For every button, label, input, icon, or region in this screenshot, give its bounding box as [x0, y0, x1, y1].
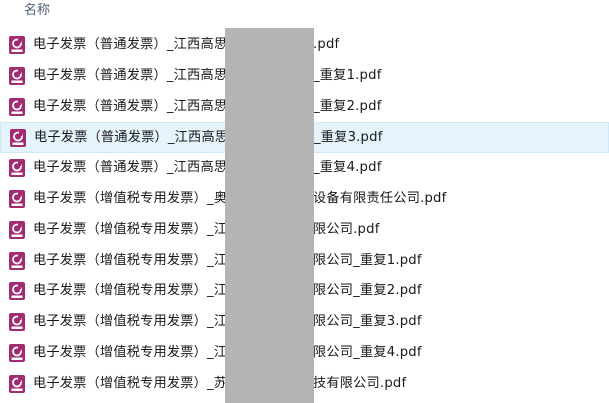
file-name-end: 限公司.pdf [313, 221, 380, 237]
file-name-start: 电子发票（增值税专用发票）_江 [33, 283, 228, 299]
file-name-start: 电子发票（增值税专用发票）_江 [33, 221, 228, 237]
file-name-end: .pdf [313, 37, 340, 52]
file-name: 电子发票（普通发票）_江西高思 .pdf [33, 37, 339, 53]
file-name: 电子发票（增值税专用发票）_江 限公司_重复3.pdf [33, 314, 422, 330]
sort-indicator: ^ [430, 0, 438, 5]
file-name-end: 技有限公司.pdf [313, 375, 407, 391]
pdf-file-icon [9, 36, 25, 54]
file-name-start: 电子发票（增值税专用发票）_江 [33, 252, 228, 268]
column-header-name[interactable]: 名称 [24, 3, 50, 19]
file-name-start: 电子发票（增值税专用发票）_苏 [33, 375, 228, 391]
file-name-end: 限公司_重复1.pdf [313, 252, 422, 268]
file-name-end: 限公司_重复4.pdf [313, 344, 422, 360]
file-name-end: _重复3.pdf [314, 130, 383, 146]
file-name-start: 电子发票（增值税专用发票）_江 [33, 314, 228, 330]
file-name: 电子发票（普通发票）_江西高思 _重复2.pdf [33, 98, 381, 115]
pdf-file-icon [9, 189, 25, 208]
file-name: 电子发票（增值税专用发票）_江 限公司_重复2.pdf [33, 283, 422, 299]
file-name: 电子发票（普通发票）_江西高思 _重复4.pdf [33, 160, 381, 176]
file-name: 电子发票（普通发票）_江西高思 _重复1.pdf [33, 67, 381, 84]
file-name-start: 电子发票（普通发票）_江西高思 [33, 160, 228, 176]
pdf-file-icon [9, 220, 25, 239]
file-name-end: 限公司_重复2.pdf [313, 283, 422, 299]
pdf-file-icon [9, 66, 25, 85]
file-name-start: 电子发票（增值税专用发票）_江 [33, 344, 228, 360]
file-explorer-view: 名称 ^ 电子发票（普通发票）_江西高思 .pdf 电子发票（普通发票）_江西高思 _… [0, 0, 609, 403]
pdf-file-icon [9, 374, 25, 393]
file-name-start: 电子发票（普通发票）_江西高思 [34, 130, 229, 146]
file-name-end: _重复4.pdf [313, 160, 382, 176]
pdf-file-icon [9, 159, 25, 178]
file-name: 电子发票（增值税专用发票）_江 限公司_重复1.pdf [33, 252, 422, 269]
file-name-end: 设备有限责任公司.pdf [313, 190, 447, 206]
pdf-file-icon [9, 97, 25, 116]
file-name: 电子发票（增值税专用发票）_江 限公司.pdf [33, 221, 379, 238]
column-header-row: 名称 ^ [0, 0, 609, 24]
file-name: 电子发票（普通发票）_江西高思 _重复3.pdf [34, 130, 382, 146]
file-name-end: _重复1.pdf [313, 67, 382, 83]
redaction-block [225, 28, 314, 403]
file-name-end: _重复2.pdf [313, 98, 382, 114]
file-name-end: 限公司_重复3.pdf [313, 314, 422, 330]
file-name: 电子发票（增值税专用发票）_奥 设备有限责任公司.pdf [33, 190, 446, 207]
pdf-file-icon [9, 282, 25, 301]
pdf-file-icon [10, 129, 26, 148]
pdf-file-icon [9, 343, 25, 362]
pdf-file-icon [9, 313, 25, 332]
pdf-file-icon [9, 251, 25, 270]
file-name-start: 电子发票（普通发票）_江西高思 [33, 67, 228, 83]
file-name-start: 电子发票（增值税专用发票）_奥 [33, 190, 228, 206]
file-name: 电子发票（增值税专用发票）_苏 技有限公司.pdf [33, 375, 406, 392]
file-name: 电子发票（增值税专用发票）_江 限公司_重复4.pdf [33, 344, 422, 361]
file-name-start: 电子发票（普通发票）_江西高思 [33, 37, 228, 52]
file-name-start: 电子发票（普通发票）_江西高思 [33, 98, 228, 114]
